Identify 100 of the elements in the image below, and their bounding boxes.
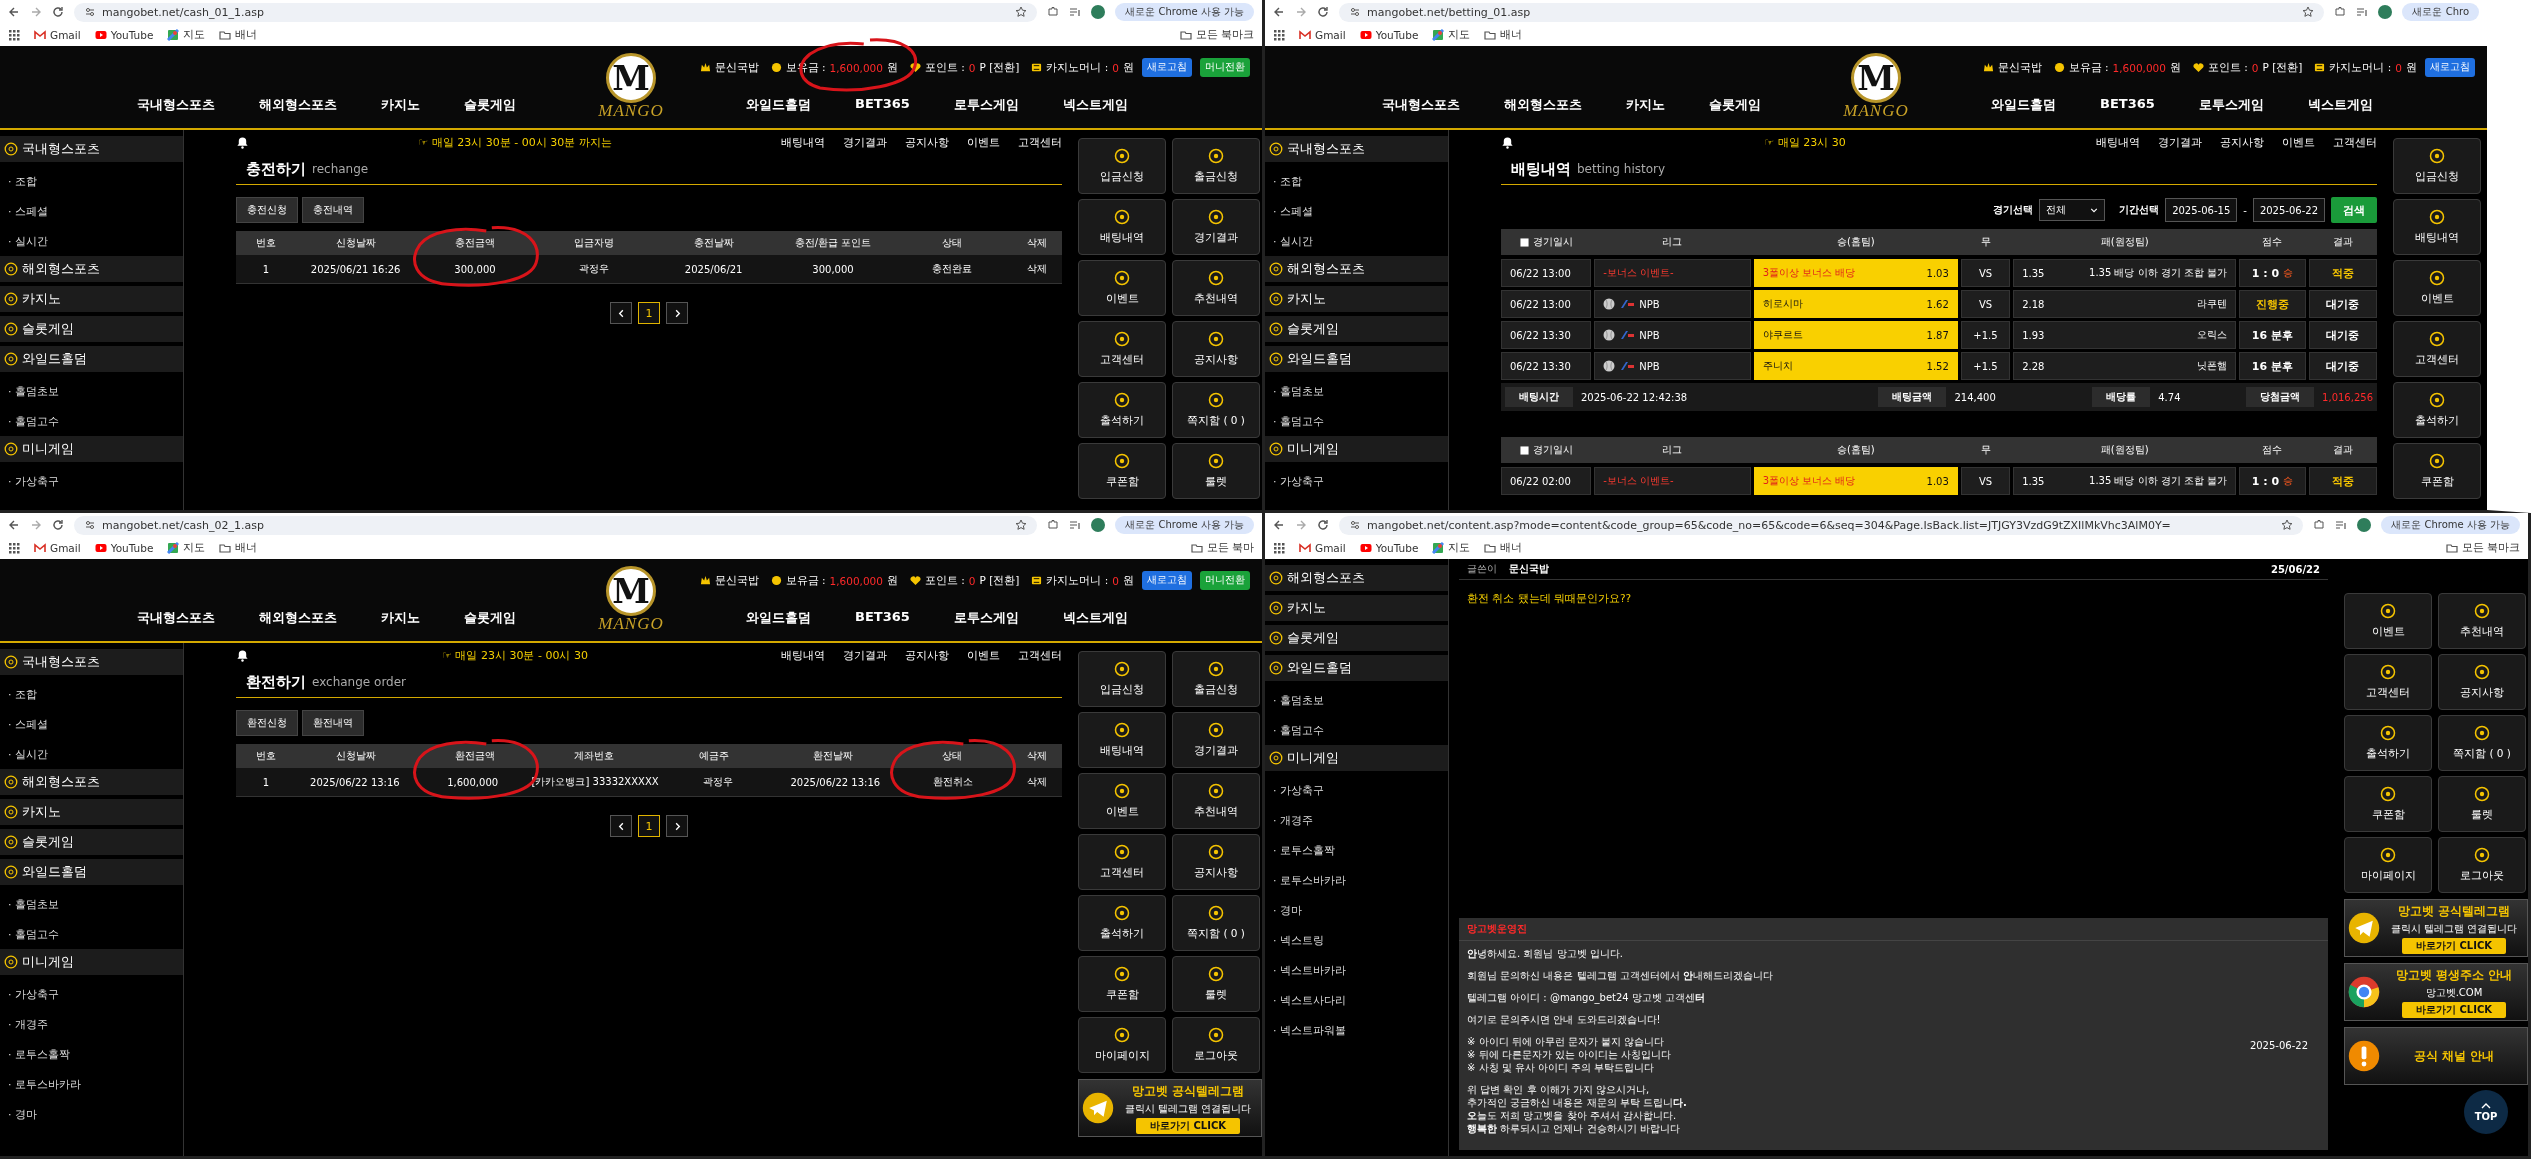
site-info-icon[interactable] bbox=[1349, 519, 1361, 531]
sidebar-item[interactable]: · 경마 bbox=[0, 1099, 183, 1129]
nav-link[interactable]: 로투스게임 bbox=[953, 96, 1019, 114]
apps-icon[interactable] bbox=[8, 542, 20, 554]
list-icon[interactable] bbox=[2356, 6, 2369, 18]
sidebar-item[interactable]: · 가상축구 bbox=[1265, 775, 1448, 805]
header-button[interactable]: 새로고침 bbox=[2425, 58, 2475, 77]
quick-menu-button[interactable]: 쪽지함 ( 0 ) bbox=[2438, 715, 2526, 771]
nav-link[interactable]: 슬롯게임 bbox=[1709, 96, 1761, 114]
sidebar-item[interactable]: · 홀덤고수 bbox=[1265, 715, 1448, 745]
nav-link[interactable]: 넥스트게임 bbox=[2307, 96, 2373, 114]
top-link[interactable]: 배팅내역 bbox=[781, 134, 825, 150]
top-button[interactable]: TOP bbox=[2464, 1090, 2508, 1134]
apps-icon[interactable] bbox=[1273, 542, 1285, 554]
sidebar-item[interactable]: · 조합 bbox=[1265, 166, 1448, 196]
quick-menu-button[interactable]: 출금신청 bbox=[1172, 138, 1260, 194]
sidebar-item[interactable]: · 로투스홀짝 bbox=[0, 1039, 183, 1069]
promo-banner[interactable]: 공식 채널 안내 bbox=[2344, 1027, 2528, 1085]
update-button[interactable]: 새로운 Chro bbox=[2402, 3, 2479, 21]
sidebar-category[interactable]: 미니게임 bbox=[0, 949, 183, 975]
top-link[interactable]: 배팅내역 bbox=[2096, 134, 2140, 150]
back-icon[interactable] bbox=[1273, 519, 1285, 531]
address-bar[interactable]: mangobet.net/cash_01_1.asp bbox=[74, 2, 1038, 22]
quick-menu-button[interactable]: 공지사항 bbox=[1172, 834, 1260, 890]
sidebar-item[interactable]: · 홀덤초보 bbox=[0, 376, 183, 406]
quick-menu-button[interactable]: 이벤트 bbox=[1078, 773, 1166, 829]
back-icon[interactable] bbox=[8, 6, 20, 18]
header-button[interactable]: 새로고침 bbox=[1142, 58, 1192, 77]
odds-button[interactable]: 3폴이상 보너스 배당 1.03 bbox=[1753, 467, 1958, 495]
sidebar-category[interactable]: 해외형스포츠 bbox=[0, 256, 183, 282]
site-info-icon[interactable] bbox=[84, 6, 96, 18]
quick-menu-button[interactable]: 출석하기 bbox=[1078, 895, 1166, 951]
nav-link[interactable]: 와일드홀덤 bbox=[746, 96, 811, 114]
sidebar-category[interactable]: 카지노 bbox=[1265, 286, 1448, 312]
reload-icon[interactable] bbox=[52, 519, 64, 531]
quick-menu-button[interactable]: 추천내역 bbox=[2438, 593, 2526, 649]
bookmark-link[interactable]: 배너 bbox=[219, 541, 258, 555]
sidebar-item[interactable]: · 넥스트파워볼 bbox=[1265, 1015, 1448, 1045]
next-page-button[interactable] bbox=[666, 815, 688, 837]
all-bookmarks-link[interactable]: 모든 북마 bbox=[1190, 541, 1254, 555]
sidebar-category[interactable]: 카지노 bbox=[0, 799, 183, 825]
quick-menu-button[interactable]: 공지사항 bbox=[2438, 654, 2526, 710]
update-button[interactable]: 새로운 Chrome 사용 가능 bbox=[2381, 516, 2520, 534]
star-icon[interactable] bbox=[2302, 6, 2315, 18]
date-field[interactable]: 2025-06-15 bbox=[2165, 198, 2238, 222]
top-link[interactable]: 고객센터 bbox=[1018, 134, 1062, 150]
quick-menu-button[interactable]: 고객센터 bbox=[1078, 834, 1166, 890]
odds-button[interactable]: 히로시마 1.62 bbox=[1753, 290, 1958, 318]
quick-menu-button[interactable]: 배팅내역 bbox=[1078, 199, 1166, 255]
star-icon[interactable] bbox=[1015, 6, 1028, 18]
quick-menu-button[interactable]: 출석하기 bbox=[2344, 715, 2432, 771]
star-icon[interactable] bbox=[2281, 519, 2294, 531]
bookmark-link[interactable]: 지도 bbox=[1432, 28, 1471, 42]
header-button[interactable]: 새로고침 bbox=[1142, 571, 1192, 590]
top-link[interactable]: 경기결과 bbox=[843, 134, 887, 150]
nav-link[interactable]: 로투스게임 bbox=[953, 609, 1019, 627]
sidebar-item[interactable]: · 홀덤초보 bbox=[1265, 685, 1448, 715]
sidebar-item[interactable]: · 넥스트사다리 bbox=[1265, 985, 1448, 1015]
reload-icon[interactable] bbox=[1317, 6, 1329, 18]
sidebar-category[interactable]: 슬롯게임 bbox=[1265, 625, 1448, 651]
nav-link[interactable]: 슬롯게임 bbox=[464, 609, 516, 627]
game-select[interactable]: 전체 bbox=[2039, 199, 2106, 221]
quick-menu-button[interactable]: 배팅내역 bbox=[1078, 712, 1166, 768]
nav-link[interactable]: 넥스트게임 bbox=[1062, 609, 1128, 627]
bookmark-link[interactable]: YouTube bbox=[94, 542, 154, 554]
odds-button[interactable]: 야쿠르트 1.87 bbox=[1753, 321, 1958, 349]
quick-menu-button[interactable]: 쿠폰함 bbox=[1078, 956, 1166, 1012]
sidebar-item[interactable]: · 로투스바카라 bbox=[0, 1069, 183, 1099]
sidebar-category[interactable]: 카지노 bbox=[1265, 595, 1448, 621]
tab[interactable]: 환전내역 bbox=[302, 710, 364, 736]
quick-menu-button[interactable]: 룰렛 bbox=[1172, 956, 1260, 1012]
quick-menu-button[interactable]: 공지사항 bbox=[1172, 321, 1260, 377]
quick-menu-button[interactable]: 쿠폰함 bbox=[2344, 776, 2432, 832]
search-button[interactable]: 검색 bbox=[2331, 197, 2377, 223]
bookmark-link[interactable]: 지도 bbox=[167, 28, 206, 42]
star-icon[interactable] bbox=[1015, 519, 1028, 531]
nav-link[interactable]: 국내형스포츠 bbox=[1382, 96, 1460, 114]
bookmark-link[interactable]: 배너 bbox=[1484, 28, 1523, 42]
sidebar-item[interactable]: · 스페셜 bbox=[0, 709, 183, 739]
sidebar-category[interactable]: 와일드홀덤 bbox=[0, 859, 183, 885]
quick-menu-button[interactable]: 룰렛 bbox=[1172, 443, 1260, 499]
odds-button[interactable]: 2.18 라쿠텐 bbox=[2013, 290, 2237, 318]
page-button[interactable]: 1 bbox=[638, 815, 660, 837]
logo-badge[interactable]: M bbox=[606, 53, 656, 103]
profile-avatar[interactable] bbox=[2378, 5, 2393, 19]
bookmark-link[interactable]: 지도 bbox=[167, 541, 206, 555]
nav-link[interactable]: 와일드홀덤 bbox=[746, 609, 811, 627]
quick-menu-button[interactable]: 쿠폰함 bbox=[1078, 443, 1166, 499]
sidebar-item[interactable]: · 로투스홀짝 bbox=[1265, 835, 1448, 865]
sidebar-item[interactable]: · 홀덤고수 bbox=[1265, 406, 1448, 436]
sidebar-category[interactable]: 슬롯게임 bbox=[0, 316, 183, 342]
sidebar-item[interactable]: · 넥스트링 bbox=[1265, 925, 1448, 955]
sidebar-item[interactable]: · 넥스트바카라 bbox=[1265, 955, 1448, 985]
previous-page-button[interactable] bbox=[610, 302, 632, 324]
profile-avatar[interactable] bbox=[1091, 5, 1106, 19]
next-page-button[interactable] bbox=[666, 302, 688, 324]
sidebar-category[interactable]: 해외형스포츠 bbox=[0, 769, 183, 795]
sidebar-category[interactable]: 해외형스포츠 bbox=[1265, 256, 1448, 282]
tab[interactable]: 충전내역 bbox=[302, 197, 364, 223]
nav-link[interactable]: 국내형스포츠 bbox=[137, 96, 215, 114]
